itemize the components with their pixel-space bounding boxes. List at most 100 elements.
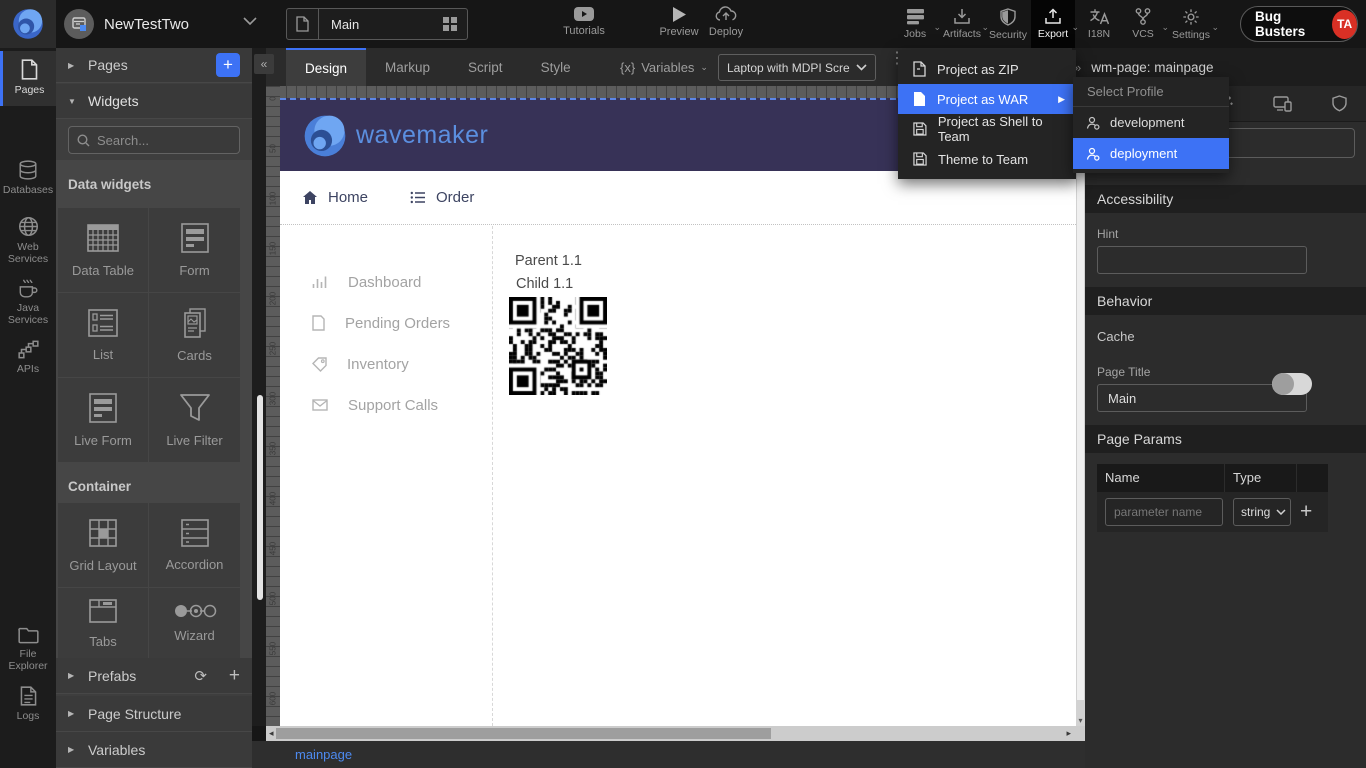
widget-live-filter[interactable]: Live Filter [149,378,240,462]
tutorials-button[interactable]: Tutorials [552,6,616,37]
sidenav-support-calls[interactable]: Support Calls [280,385,493,425]
widget-list[interactable]: List [58,293,148,377]
tab-script[interactable]: Script [449,48,522,86]
security-shield-icon[interactable] [1332,95,1347,112]
widget-tabs[interactable]: Tabs [58,588,148,658]
project-chevron-down-icon[interactable] [243,17,257,26]
i18n-menu[interactable]: I18N [1077,0,1121,48]
param-type-select[interactable]: string [1233,498,1291,526]
tab-style[interactable]: Style [522,48,590,86]
jobs-menu[interactable]: Jobs ⌄ [893,0,937,48]
section-accessibility[interactable]: Accessibility [1085,185,1366,213]
tab-markup[interactable]: Markup [366,48,449,86]
collapse-panel-button[interactable]: « [254,54,274,74]
sidenav-dashboard[interactable]: Dashboard [280,262,493,302]
scroll-left-arrow-icon[interactable]: ◂ [269,728,274,739]
scroll-down-arrow-icon[interactable]: ▾ [1076,716,1085,725]
pages-section-header[interactable]: ▶ Pages + [56,48,252,83]
pages-grid-icon[interactable] [442,16,458,32]
page-structure-section-header[interactable]: ▶ Page Structure [56,696,252,732]
widget-grid-layout[interactable]: Grid Layout [58,503,148,587]
canvas-horizontal-scrollbar[interactable]: ◂ ▸ [266,726,1085,741]
design-canvas[interactable]: wavemaker Home Order Dashboard Pending O… [280,98,1076,726]
refresh-prefabs-icon[interactable]: ⟳ [194,667,207,685]
jobs-server-icon [906,8,925,25]
menu-item-project-as-zip[interactable]: Project as ZIP [898,54,1076,84]
group-label-data-widgets: Data widgets [56,160,252,208]
rail-item-file-explorer[interactable]: File Explorer [0,618,56,672]
devices-icon[interactable] [1273,96,1293,112]
param-name-input[interactable] [1106,499,1222,525]
tag-icon [312,357,327,372]
widget-accordion[interactable]: Accordion [149,503,240,587]
widget-form[interactable]: Form [149,208,240,292]
panel-scrollbar[interactable] [257,395,263,600]
shield-icon [1000,8,1016,26]
profile-deployment[interactable]: deployment [1073,138,1229,169]
panel-divider [252,48,266,726]
menu-item-project-as-shell[interactable]: Project as Shell to Team [898,114,1076,144]
rail-item-java-services[interactable]: Java Services [0,270,56,326]
rail-item-databases[interactable]: Databases [0,152,56,196]
open-page-tab[interactable]: Main [286,8,468,40]
artifacts-menu[interactable]: Artifacts ⌄ [939,0,985,48]
team-user-button[interactable]: Bug Busters TA [1240,6,1358,42]
nav-home[interactable]: Home [302,189,368,206]
sidenav-inventory[interactable]: Inventory [280,344,493,384]
nav-order[interactable]: Order [410,189,474,206]
preview-button[interactable]: Preview [655,6,703,38]
wavemaker-logo[interactable] [0,0,56,48]
widgets-section-header[interactable]: ▼ Widgets [56,84,252,119]
live-form-icon [87,392,119,424]
parent-label[interactable]: Parent 1.1 [515,253,582,269]
hint-input[interactable] [1098,247,1306,273]
menu-item-project-as-war[interactable]: Project as WAR ▶ [898,84,1076,114]
cache-toggle[interactable] [1272,373,1312,395]
widget-search[interactable] [68,126,240,154]
cloud-upload-icon [715,6,737,23]
add-prefab-icon[interactable]: + [229,665,240,687]
child-label[interactable]: Child 1.1 [516,276,573,292]
rail-item-web-services[interactable]: Web Services [0,208,56,265]
settings-menu[interactable]: Settings ⌄ [1167,0,1215,48]
menu-item-theme-to-team[interactable]: Theme to Team [898,144,1076,174]
vcs-menu[interactable]: VCS ⌄ [1121,0,1165,48]
sidenav-pending-orders[interactable]: Pending Orders [280,303,493,343]
export-menu-button[interactable]: Export ⌄ [1031,0,1075,48]
variables-section-header[interactable]: ▶ Variables [56,732,252,768]
tabs-icon [87,597,119,625]
section-page-params[interactable]: Page Params [1085,425,1366,453]
project-switcher[interactable]: NewTestTwo [64,0,189,48]
add-page-button[interactable]: + [216,53,240,77]
user-avatar[interactable]: TA [1332,10,1357,39]
param-name-field[interactable] [1105,498,1223,526]
widget-data-table[interactable]: Data Table [58,208,148,292]
wavemaker-studio: NewTestTwo Main Tutorials Preview Deploy [0,0,1366,768]
rail-item-pages[interactable]: Pages [0,51,56,106]
add-param-button[interactable]: + [1300,500,1312,524]
cache-label: Cache [1097,329,1135,344]
pages-icon [20,59,39,80]
list-icon [86,308,120,338]
qr-code-image [509,297,607,395]
deploy-button[interactable]: Deploy [701,6,751,38]
device-select[interactable]: Laptop with MDPI Screen [718,54,876,81]
profile-development[interactable]: development [1073,107,1229,138]
security-menu[interactable]: Security [985,0,1031,48]
prefabs-section-header[interactable]: ▶ Prefabs ⟳ + [56,658,252,694]
variables-button[interactable]: {x} Variables ⌄ [620,48,708,86]
section-behavior[interactable]: Behavior [1085,287,1366,315]
tab-design[interactable]: Design [286,48,366,86]
widget-live-form[interactable]: Live Form [58,378,148,462]
canvas-vertical-scrollbar[interactable]: ▾ [1076,86,1085,726]
rail-item-apis[interactable]: APIs [0,332,56,375]
rail-item-logs[interactable]: Logs [0,678,56,722]
widget-search-input[interactable] [97,133,217,148]
horizontal-scrollbar-thumb[interactable] [276,728,771,739]
vertical-scrollbar-thumb[interactable] [1077,88,1084,700]
statusbar-page-link[interactable]: mainpage [295,747,352,762]
widget-wizard[interactable]: Wizard [149,588,240,658]
scroll-right-arrow-icon[interactable]: ▸ [1066,728,1071,739]
hint-field[interactable] [1097,246,1307,274]
widget-cards[interactable]: Cards [149,293,240,377]
